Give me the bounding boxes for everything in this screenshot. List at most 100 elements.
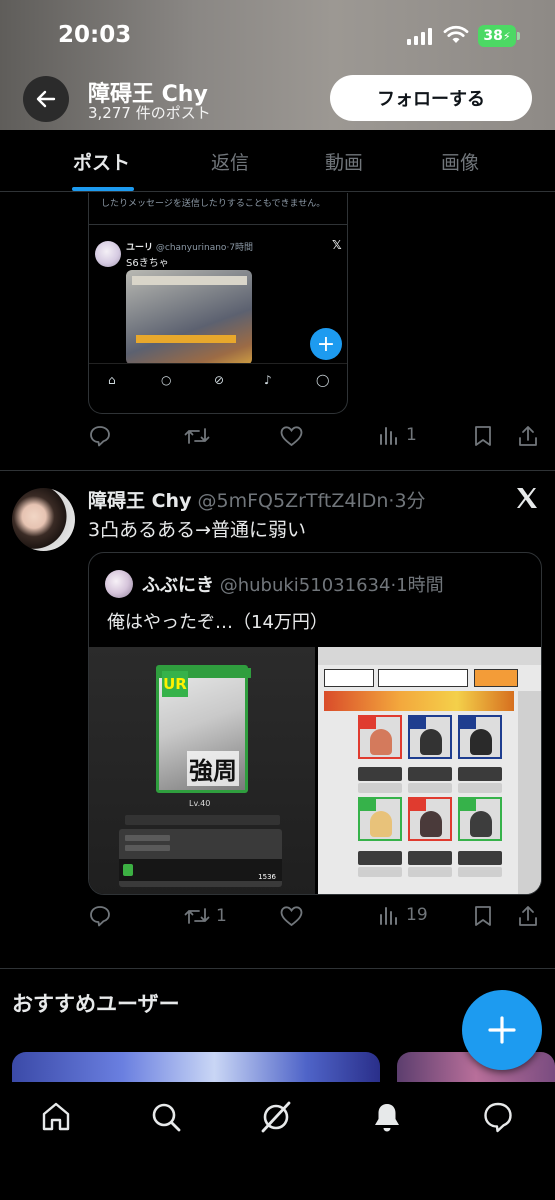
embedded-divider — [89, 224, 347, 225]
embedded-bell-icon: ♪ — [264, 373, 272, 387]
price-bar — [358, 867, 402, 877]
post-separator — [0, 968, 555, 969]
reply-icon — [90, 426, 110, 447]
embedded-author: ユーリ @chanyurinano·7時間 — [126, 243, 254, 253]
share-button[interactable] — [517, 904, 539, 928]
quoted-image-shop[interactable] — [318, 647, 541, 894]
tab-active-indicator — [72, 187, 134, 191]
repost-icon — [184, 428, 210, 444]
battery-level: 38 — [483, 28, 503, 44]
follow-button[interactable]: フォローする — [330, 75, 532, 121]
views-button[interactable]: 19 — [378, 904, 428, 926]
bookmark-button[interactable] — [472, 904, 494, 928]
post-count: 3,277 件のポスト — [88, 104, 211, 122]
post-actions: 1 19 — [0, 904, 555, 934]
grok-icon[interactable] — [259, 1100, 293, 1134]
share-icon — [519, 906, 537, 926]
share-button[interactable] — [517, 424, 539, 448]
shop-card — [358, 797, 402, 841]
collab-banner — [324, 691, 514, 711]
energy-icon — [123, 864, 133, 876]
repost-button[interactable] — [184, 424, 210, 448]
embedded-mail-icon: ◯ — [316, 373, 330, 387]
reply-icon — [90, 906, 110, 927]
embedded-game-image — [126, 270, 252, 365]
shop-card — [458, 715, 502, 759]
bookmark-icon — [475, 906, 491, 926]
repost-button[interactable]: 1 — [184, 904, 227, 928]
status-bar: 20:03 38 ⚡ — [0, 0, 555, 70]
price-bar — [408, 783, 452, 793]
embedded-text-fragment: - - - - - - - - - - - - - - - - - - - — [101, 193, 251, 195]
post-separator — [0, 470, 555, 471]
exchange-button — [408, 851, 452, 865]
shop-tabs — [324, 669, 518, 687]
tab-posts[interactable]: ポスト — [73, 148, 130, 175]
plus-icon — [488, 1016, 516, 1044]
cellular-signal-icon — [407, 28, 432, 45]
ur-card: UR 強周 — [156, 665, 251, 793]
energy-row: 1536 — [119, 859, 282, 881]
post-author-name: 障碍王 Chy — [88, 490, 192, 512]
tab-media[interactable]: 画像 — [441, 148, 479, 175]
battery-icon: 38 ⚡ — [478, 25, 516, 47]
price-bar — [408, 867, 452, 877]
energy-value: 1536 — [258, 873, 276, 881]
shop-card — [358, 715, 402, 759]
shop-scrollbar — [518, 691, 541, 894]
embedded-post-text: S6きちゃ — [126, 258, 169, 269]
embedded-compose-icon: + — [310, 328, 342, 360]
repost-icon — [184, 908, 210, 924]
views-count: 1 — [406, 425, 417, 445]
quoted-image-card[interactable]: UR 強周 Lv.40 1536 — [89, 647, 315, 894]
messages-icon[interactable] — [481, 1100, 515, 1134]
price-bar — [458, 867, 502, 877]
shop-card — [458, 797, 502, 841]
x-logo-icon — [517, 488, 537, 508]
ur-badge-icon: UR — [162, 671, 188, 697]
price-bar — [458, 783, 502, 793]
embedded-avatar — [95, 241, 121, 267]
like-button[interactable] — [279, 904, 304, 928]
profile-tabs: ポスト 返信 動画 画像 — [0, 130, 555, 192]
bookmark-button[interactable] — [472, 424, 494, 448]
heart-icon — [280, 906, 303, 927]
bookmark-icon — [475, 426, 491, 446]
compose-button[interactable] — [462, 990, 542, 1070]
tab-replies[interactable]: 返信 — [211, 148, 249, 175]
home-icon[interactable] — [39, 1100, 73, 1134]
avatar[interactable] — [12, 488, 75, 551]
quoted-text: 俺はやったぞ…（14万円） — [107, 612, 328, 633]
tab-videos[interactable]: 動画 — [325, 148, 363, 175]
quoted-post[interactable]: ふぶにき @hubuki51031634·1時間 俺はやったぞ…（14万円） U… — [88, 552, 542, 895]
heart-icon — [280, 426, 303, 447]
post-author: 障碍王 Chy @5mFQ5ZrTftZ4lDn·3分 — [88, 490, 426, 512]
card-level: Lv.40 — [189, 799, 211, 808]
post-image-screenshot[interactable]: - - - - - - - - - - - - - - - - - - - した… — [88, 193, 348, 414]
embedded-notice-text: したりメッセージを送信したりすることもできません。 — [101, 199, 326, 209]
quoted-avatar — [105, 570, 133, 598]
embedded-home-icon: ⌂ — [108, 373, 116, 387]
views-button[interactable]: 1 — [378, 424, 417, 446]
share-icon — [519, 426, 537, 446]
exchange-button — [408, 767, 452, 781]
reply-button[interactable] — [88, 424, 112, 448]
embedded-grok-icon: ⊘ — [214, 373, 225, 387]
notifications-bell-icon[interactable] — [370, 1100, 404, 1134]
reply-button[interactable] — [88, 904, 112, 928]
post-author-handle: @5mFQ5ZrTftZ4lDn — [197, 490, 389, 512]
exchange-button — [458, 767, 502, 781]
search-icon[interactable] — [149, 1100, 183, 1134]
embedded-nav-bar: ⌂ ○ ⊘ ♪ ◯ — [89, 363, 347, 398]
exchange-button — [358, 851, 402, 865]
recommended-users-title: おすすめユーザー — [12, 992, 180, 1016]
wifi-icon — [443, 25, 469, 43]
back-button[interactable] — [23, 76, 69, 122]
like-button[interactable] — [279, 424, 304, 448]
shop-currency-bar — [318, 647, 541, 665]
post-time: 3分 — [394, 490, 426, 512]
limit-break-gauge — [125, 815, 280, 825]
embedded-x-logo-icon: 𝕏 — [332, 238, 342, 252]
post-text: 3凸あるある→普通に弱い — [88, 519, 307, 541]
analytics-icon — [380, 427, 397, 445]
